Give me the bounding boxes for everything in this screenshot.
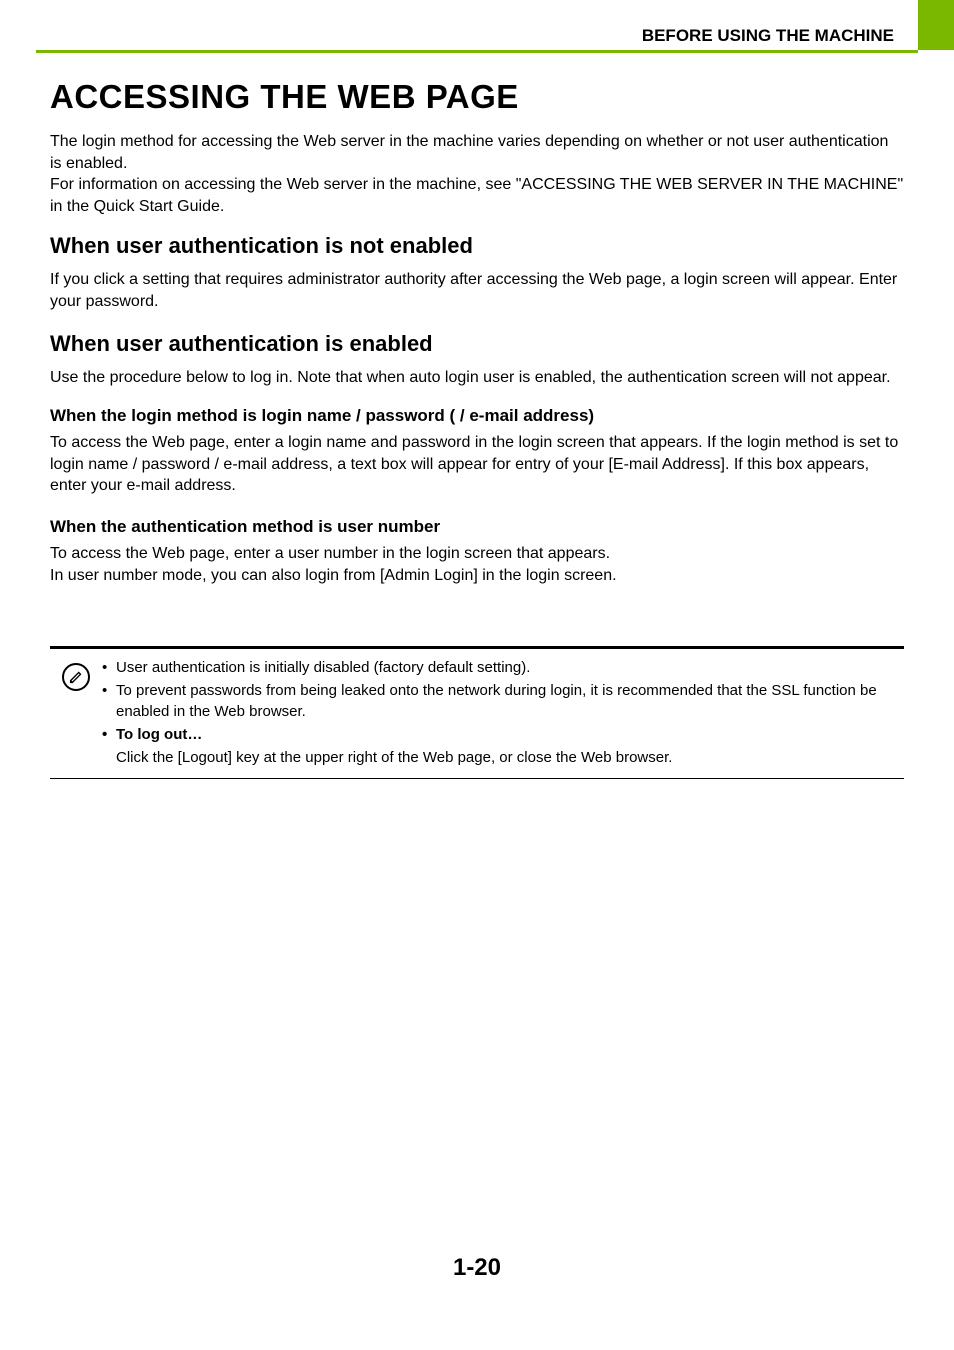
page-content: ACCESSING THE WEB PAGE The login method …	[50, 78, 904, 779]
page-number: 1-20	[0, 1254, 954, 1282]
sub1-text: To access the Web page, enter a login na…	[50, 432, 904, 497]
intro-paragraph: The login method for accessing the Web s…	[50, 131, 904, 217]
header-section-title: BEFORE USING THE MACHINE	[642, 26, 894, 46]
note-content: • User authentication is initially disab…	[102, 657, 904, 768]
sub2-text: To access the Web page, enter a user num…	[50, 543, 904, 586]
note-bullet2: To prevent passwords from being leaked o…	[116, 680, 904, 722]
bullet-icon: •	[102, 657, 116, 678]
note-bullet1: User authentication is initially disable…	[116, 657, 904, 678]
note-bullet3-label: To log out…	[116, 724, 904, 745]
sub2-heading: When the authentication method is user n…	[50, 517, 904, 537]
bullet-icon: •	[102, 724, 116, 745]
color-tab	[918, 0, 954, 50]
note-box: • User authentication is initially disab…	[50, 646, 904, 779]
section2-text: Use the procedure below to log in. Note …	[50, 367, 904, 389]
section1-text: If you click a setting that requires adm…	[50, 269, 904, 312]
pencil-note-icon	[62, 663, 90, 691]
note-bullet3-text: Click the [Logout] key at the upper righ…	[116, 747, 904, 768]
section1-heading: When user authentication is not enabled	[50, 233, 904, 259]
note-icon-wrapper	[50, 657, 102, 691]
header-divider	[36, 50, 918, 53]
bullet-icon: •	[102, 680, 116, 722]
page-title: ACCESSING THE WEB PAGE	[50, 78, 904, 116]
sub1-heading: When the login method is login name / pa…	[50, 406, 904, 426]
section2-heading: When user authentication is enabled	[50, 331, 904, 357]
